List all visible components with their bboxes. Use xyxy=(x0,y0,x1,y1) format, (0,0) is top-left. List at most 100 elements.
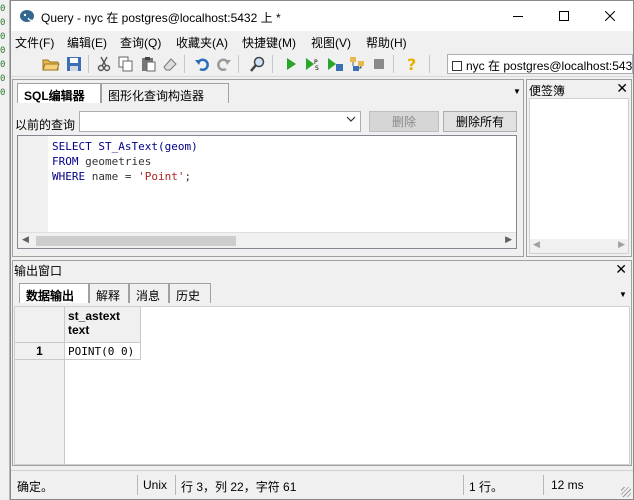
result-cell[interactable]: POINT(0 0) xyxy=(65,343,141,360)
redo-button[interactable] xyxy=(214,54,234,74)
menu-help[interactable]: 帮助(H) xyxy=(366,34,407,51)
explain-button[interactable] xyxy=(347,54,367,74)
connection-label: nyc 在 postgres@localhost:5432 xyxy=(466,59,633,73)
menu-query[interactable]: 查询(Q) xyxy=(120,34,161,51)
minimize-button[interactable] xyxy=(495,1,541,31)
editor-panel: SQL编辑器 图形化查询构造器 ▼ 以前的查询 删除 删除所有 SELECT S… xyxy=(12,79,524,257)
delete-all-button[interactable]: 删除所有 xyxy=(443,111,517,132)
scroll-left-icon[interactable]: ◀ xyxy=(533,239,540,250)
play-icon xyxy=(287,58,296,70)
title-bar: Query - nyc 在 postgres@localhost:5432 上 … xyxy=(11,1,633,31)
find-button[interactable] xyxy=(248,54,268,74)
delete-button[interactable]: 删除 xyxy=(369,111,439,132)
status-duration: 12 ms xyxy=(551,478,584,492)
scratch-pad-scrollbar[interactable]: ◀ ▶ xyxy=(530,239,628,253)
column-header-st-astext[interactable]: st_astext text xyxy=(65,307,141,343)
scroll-left-icon[interactable]: ◀ xyxy=(22,234,29,245)
svg-text:S: S xyxy=(315,65,319,72)
tab-explain[interactable]: 解释 xyxy=(89,283,129,303)
play-script-icon: PS xyxy=(306,58,319,72)
result-grid: st_astext text 1 POINT(0 0) xyxy=(14,306,630,465)
sql-line-3: WHERE name = 'Point'; xyxy=(52,170,192,183)
tab-history[interactable]: 历史 xyxy=(169,283,211,303)
save-icon xyxy=(67,57,81,71)
execute-button[interactable] xyxy=(281,54,301,74)
menu-view[interactable]: 视图(V) xyxy=(311,34,351,51)
sql-code[interactable]: SELECT ST_AsText(geom) FROM geometries WHE… xyxy=(52,139,198,184)
scissors-icon xyxy=(97,56,111,72)
connection-checkbox-icon xyxy=(452,61,462,71)
play-to-file-icon xyxy=(328,58,343,71)
output-tabs-dropdown-icon[interactable]: ▼ xyxy=(619,290,627,299)
scroll-right-icon[interactable]: ▶ xyxy=(505,234,512,245)
row-header-fill xyxy=(15,360,65,464)
close-icon xyxy=(605,11,615,21)
tab-graphical-query-builder[interactable]: 图形化查询构造器 xyxy=(101,83,229,103)
scroll-right-icon[interactable]: ▶ xyxy=(618,239,625,250)
cut-button[interactable] xyxy=(94,54,114,74)
help-question-icon: ? xyxy=(407,55,416,73)
status-bar: 确定。 Unix 行 3，列 22，字符 61 1 行。 12 ms xyxy=(11,470,633,499)
svg-text:?: ? xyxy=(407,55,416,73)
previous-queries-select[interactable] xyxy=(79,111,361,132)
grid-corner xyxy=(15,307,65,343)
sql-editor[interactable]: SELECT ST_AsText(geom) FROM geometries WHE… xyxy=(17,135,517,249)
clear-button[interactable] xyxy=(160,54,180,74)
copy-button[interactable] xyxy=(116,54,136,74)
previous-queries-label: 以前的查询 xyxy=(15,118,76,132)
toolbar: PS ? nyc 在 postgres@localhost:5432 xyxy=(11,51,633,77)
tab-data-output[interactable]: 数据输出 xyxy=(19,283,89,303)
minimize-icon xyxy=(513,16,523,17)
menu-file[interactable]: 文件(F) xyxy=(15,34,54,51)
tabs-dropdown-icon[interactable]: ▼ xyxy=(513,87,521,96)
connection-selector[interactable]: nyc 在 postgres@localhost:5432 xyxy=(447,54,633,74)
magnifier-icon xyxy=(250,56,265,72)
query-window: Query - nyc 在 postgres@localhost:5432 上 … xyxy=(10,0,634,500)
tab-sql-editor[interactable]: SQL编辑器 xyxy=(17,83,101,103)
menu-bar: 文件(F) 编辑(E) 查询(Q) 收藏夹(A) 快捷键(M) 视图(V) 帮助… xyxy=(11,31,633,51)
status-message: 确定。 xyxy=(17,480,54,494)
resize-grip-icon[interactable] xyxy=(621,487,631,497)
scratch-pad-text[interactable]: ◀ ▶ xyxy=(529,98,629,254)
scratch-pad-close-icon[interactable]: ✕ xyxy=(616,80,628,97)
sql-line-2: FROM geometries xyxy=(52,155,152,168)
scrollbar-thumb[interactable] xyxy=(36,236,236,246)
cancel-query-button[interactable] xyxy=(369,54,389,74)
paste-icon xyxy=(142,57,156,72)
maximize-button[interactable] xyxy=(541,1,587,31)
editor-gutter xyxy=(18,136,48,232)
scratch-pad-title: 便签簿 xyxy=(529,84,566,98)
open-file-button[interactable] xyxy=(41,54,61,74)
background-window-edge: 0000000 xyxy=(0,0,10,500)
undo-button[interactable] xyxy=(192,54,212,74)
editor-horizontal-scrollbar[interactable]: ◀ ▶ xyxy=(18,232,516,248)
copy-icon xyxy=(118,56,133,72)
close-button[interactable] xyxy=(587,1,633,31)
row-number[interactable]: 1 xyxy=(15,343,65,360)
redo-icon xyxy=(217,58,231,71)
status-cursor-position: 行 3，列 22，字符 61 xyxy=(181,480,297,494)
paste-button[interactable] xyxy=(138,54,158,74)
output-title: 输出窗口 xyxy=(14,264,63,278)
folder-open-icon xyxy=(42,59,60,71)
help-button[interactable]: ? xyxy=(403,54,423,74)
save-button[interactable] xyxy=(64,54,84,74)
menu-favorites[interactable]: 收藏夹(A) xyxy=(176,34,228,51)
status-line-ending: Unix xyxy=(143,478,168,492)
window-title: Query - nyc 在 postgres@localhost:5432 上 … xyxy=(41,11,281,25)
sql-line-1: SELECT ST_AsText(geom) xyxy=(52,140,198,153)
elephant-app-icon xyxy=(20,10,34,22)
execute-to-file-button[interactable] xyxy=(325,54,345,74)
output-panel: 输出窗口 ✕ 数据输出 解释 消息 历史 ▼ st_astext text 1 … xyxy=(12,260,632,466)
output-close-icon[interactable]: ✕ xyxy=(615,261,627,278)
stop-icon xyxy=(374,59,384,69)
chevron-down-icon xyxy=(346,114,356,127)
menu-macros[interactable]: 快捷键(M) xyxy=(242,34,296,51)
undo-icon xyxy=(195,58,209,71)
maximize-icon xyxy=(559,11,569,21)
menu-edit[interactable]: 编辑(E) xyxy=(67,34,107,51)
execute-pgscript-button[interactable]: PS xyxy=(303,54,323,74)
tab-messages[interactable]: 消息 xyxy=(129,283,169,303)
scratch-pad-panel: 便签簿 ✕ ◀ ▶ xyxy=(526,79,632,257)
eraser-icon xyxy=(163,58,177,71)
